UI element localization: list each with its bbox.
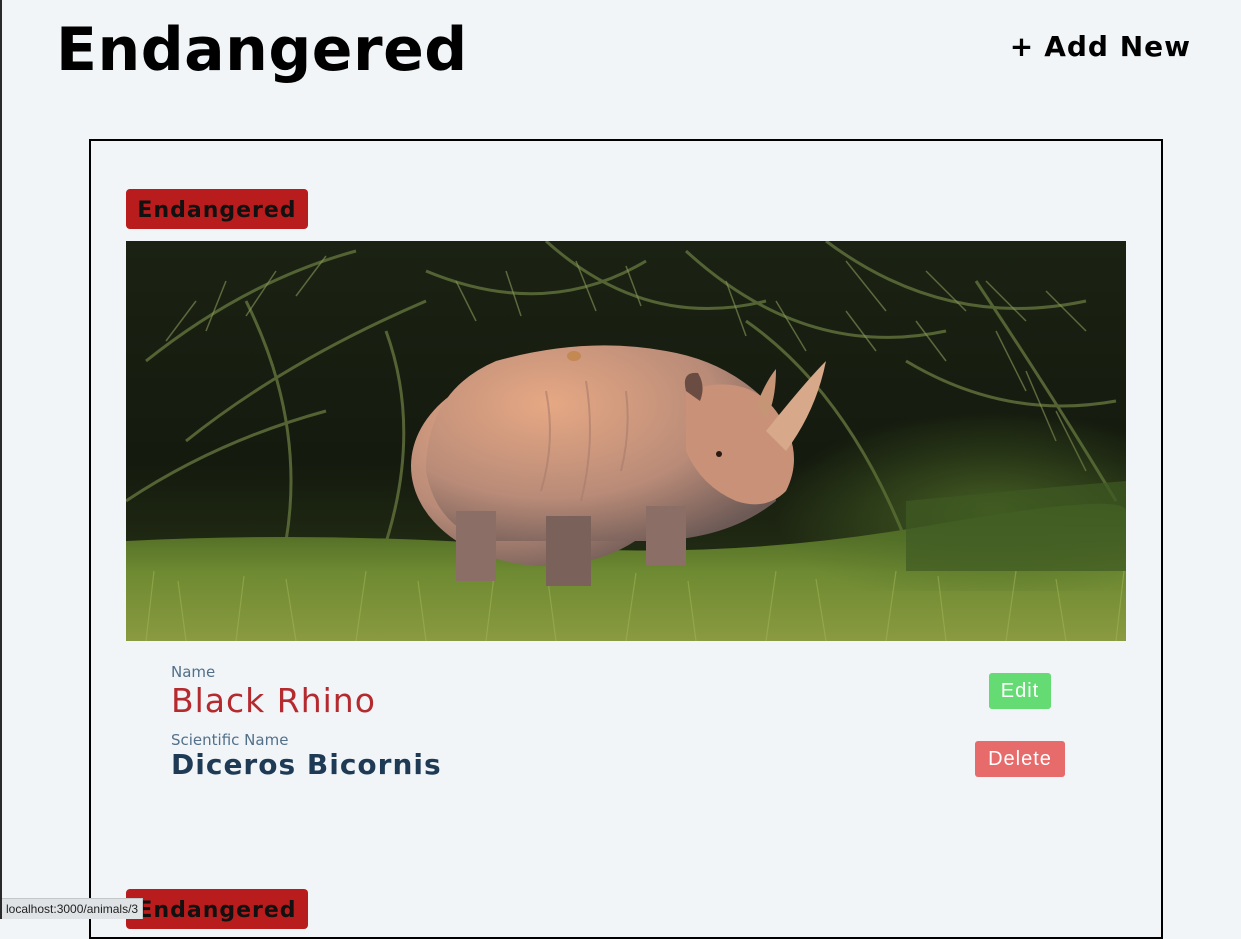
add-new-link[interactable]: + Add New xyxy=(1010,30,1191,63)
animal-card-list[interactable]: Endangered Name Black Rhino Scientific N… xyxy=(89,139,1163,939)
delete-button[interactable]: Delete xyxy=(975,741,1065,777)
animal-card: Endangered xyxy=(126,189,1126,791)
add-new-label: Add New xyxy=(1044,30,1191,63)
status-badge: Endangered xyxy=(126,889,308,929)
scientific-name-label: Scientific Name xyxy=(171,731,289,749)
page-title: Endangered xyxy=(56,15,468,85)
status-bar-url: localhost:3000/animals/3 xyxy=(2,898,144,919)
scientific-name: Diceros Bicornis xyxy=(171,748,442,781)
animal-card: Endangered xyxy=(126,889,1126,929)
animal-info: Name Black Rhino Scientific Name Diceros… xyxy=(126,641,1126,791)
status-badge: Endangered xyxy=(126,189,308,229)
page-header: Endangered + Add New xyxy=(2,0,1241,110)
plus-icon: + xyxy=(1009,30,1035,63)
animal-name: Black Rhino xyxy=(171,681,376,720)
edit-button[interactable]: Edit xyxy=(989,673,1051,709)
name-label: Name xyxy=(171,663,216,681)
black-rhino-photo xyxy=(126,241,1126,641)
